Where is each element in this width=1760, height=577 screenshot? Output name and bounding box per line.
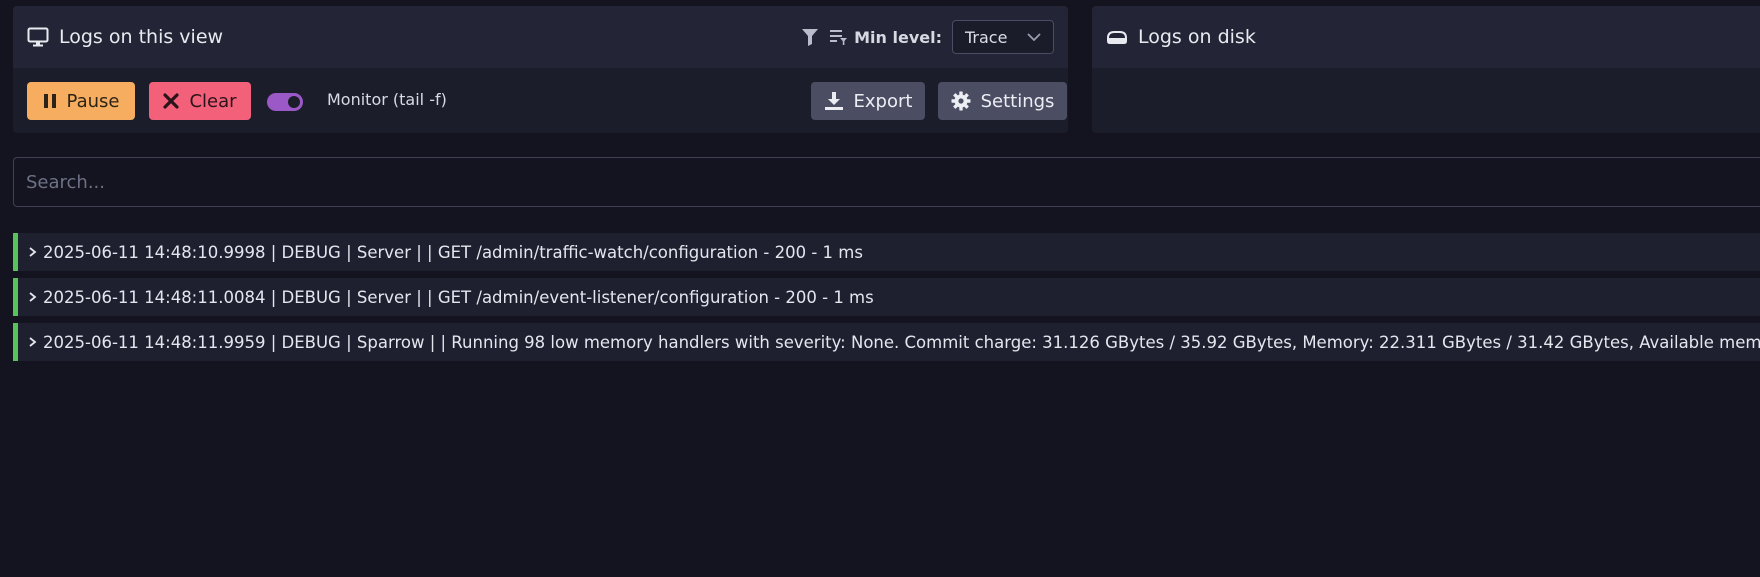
logs-on-this-view-panel: Logs on this view Min level: Trace Pause… [13, 6, 1068, 133]
view-toolbar: Pause Clear Monitor (tail -f) Export Set… [27, 82, 1067, 120]
view-panel-title-text: Logs on this view [59, 26, 224, 48]
level-filter: Min level: Trace [802, 20, 1054, 54]
search-input[interactable] [13, 157, 1760, 207]
chevron-down-icon [1027, 32, 1041, 41]
pause-icon [43, 94, 56, 108]
log-text: 2025-06-11 14:48:10.9998 | DEBUG | Serve… [43, 242, 863, 262]
settings-button[interactable]: Settings [938, 82, 1067, 120]
disk-panel-title-text: Logs on disk [1138, 26, 1256, 48]
disk-panel-header: Logs on disk [1092, 6, 1760, 68]
list-filter-icon [830, 29, 848, 45]
export-button[interactable]: Export [811, 82, 925, 120]
pause-label: Pause [66, 90, 120, 112]
log-row[interactable]: 2025-06-11 14:48:10.9998 | DEBUG | Serve… [13, 233, 1760, 271]
hard-drive-icon [1107, 31, 1127, 44]
download-icon [824, 92, 843, 110]
min-level-value: Trace [965, 27, 1008, 47]
log-list: 2025-06-11 14:48:10.9998 | DEBUG | Serve… [13, 233, 1760, 368]
log-text: 2025-06-11 14:48:11.9959 | DEBUG | Sparr… [43, 332, 1760, 352]
clear-label: Clear [189, 90, 237, 112]
chevron-right-icon[interactable] [28, 336, 37, 348]
monitor-icon [27, 27, 49, 47]
close-icon [163, 93, 180, 109]
logs-on-disk-panel: Logs on disk [1092, 6, 1760, 133]
monitor-toggle[interactable] [267, 93, 303, 111]
filter-icon[interactable] [802, 28, 819, 46]
export-label: Export [853, 90, 913, 112]
monitor-toggle-label: Monitor (tail -f) [327, 90, 447, 109]
clear-button[interactable]: Clear [149, 82, 251, 120]
disk-panel-title: Logs on disk [1106, 26, 1256, 48]
view-panel-title: Logs on this view [27, 26, 223, 48]
chevron-right-icon[interactable] [28, 291, 37, 303]
chevron-right-icon[interactable] [28, 246, 37, 258]
view-panel-header: Logs on this view Min level: Trace [13, 6, 1068, 68]
log-text: 2025-06-11 14:48:11.0084 | DEBUG | Serve… [43, 287, 874, 307]
settings-label: Settings [980, 90, 1055, 112]
log-row[interactable]: 2025-06-11 14:48:11.0084 | DEBUG | Serve… [13, 278, 1760, 316]
log-row[interactable]: 2025-06-11 14:48:11.9959 | DEBUG | Sparr… [13, 323, 1760, 361]
min-level-select[interactable]: Trace [952, 20, 1054, 54]
gear-icon [951, 91, 971, 111]
pause-button[interactable]: Pause [27, 82, 135, 120]
min-level-label: Min level: [854, 27, 942, 47]
toggle-knob [288, 96, 300, 108]
